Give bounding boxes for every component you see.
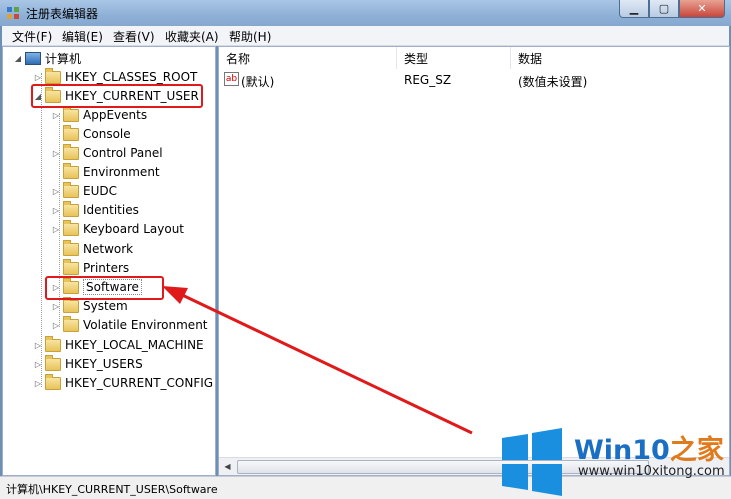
win10-watermark-logo: Win10之家 www.win10xitong.com (498, 424, 731, 498)
brand-name: Win10 (574, 435, 670, 466)
windows-logo-icon (502, 428, 562, 496)
brand-title: Win10之家 (574, 428, 724, 467)
brand-site: www.win10xitong.com (578, 464, 725, 479)
brand-suffix: 之家 (669, 435, 724, 466)
